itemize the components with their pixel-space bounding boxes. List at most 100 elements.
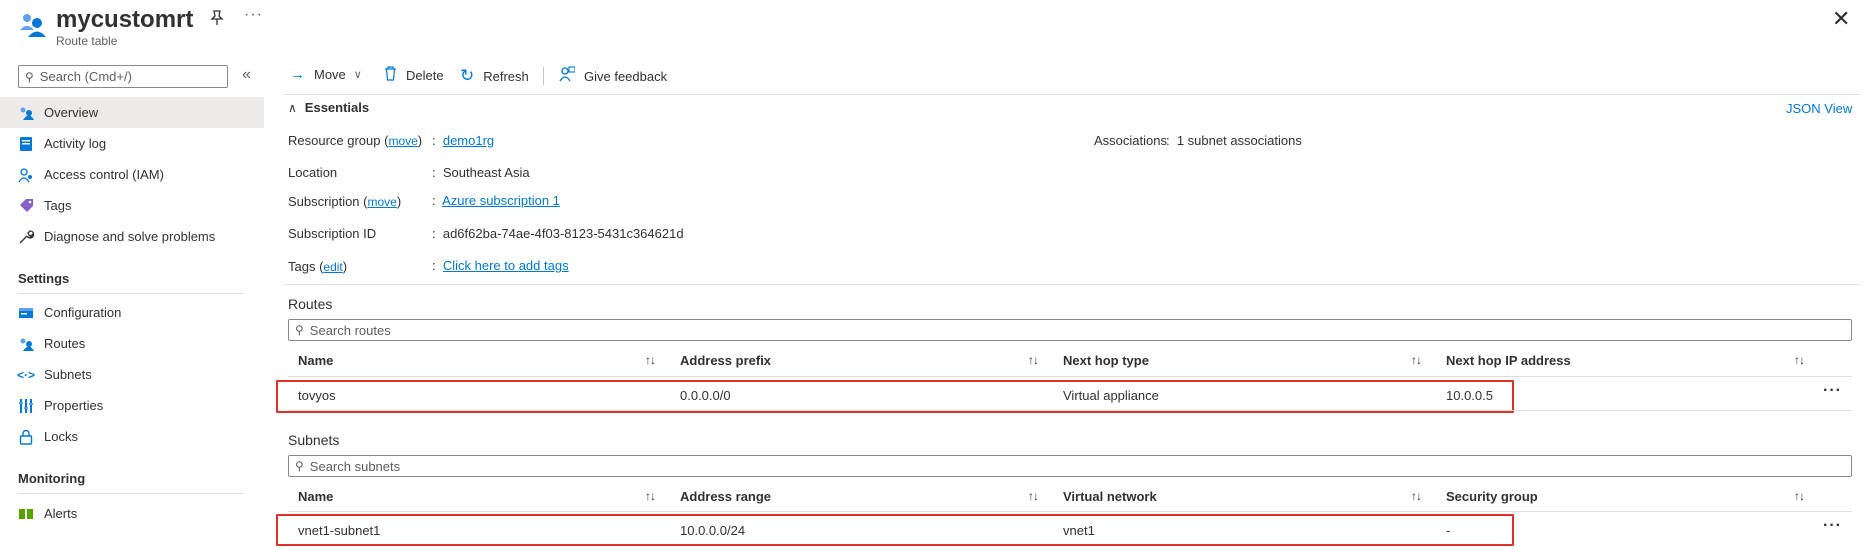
routes-section-title: Routes — [288, 296, 333, 312]
subscription-label: Subscription (move) — [288, 194, 402, 209]
search-icon: ⚲ — [25, 69, 34, 84]
tags-label: Tags (edit) — [288, 259, 348, 274]
route-table-icon — [18, 10, 46, 38]
route-hop-ip-cell: 10.0.0.5 — [1446, 388, 1493, 403]
sort-icon[interactable]: ↑↓ — [1411, 489, 1422, 503]
give-feedback-button[interactable]: Give feedback — [559, 66, 667, 86]
row-more-icon[interactable]: ··· — [1823, 382, 1842, 400]
table-divider — [288, 511, 1852, 512]
sidebar-item-activity-log[interactable]: Activity log — [0, 128, 264, 159]
subnet-vnet-cell[interactable]: vnet1 — [1063, 523, 1095, 538]
delete-button[interactable]: Delete — [384, 66, 444, 85]
resource-group-value: : demo1rg — [432, 133, 495, 148]
column-header-security-group[interactable]: Security group — [1446, 489, 1538, 504]
add-tags-link[interactable]: Click here to add tags — [443, 258, 569, 273]
essentials-divider — [284, 284, 1860, 285]
subscription-id-label: Subscription ID — [288, 226, 377, 241]
page-subtitle: Route table — [56, 34, 118, 48]
route-name-cell[interactable]: tovyos — [298, 388, 336, 403]
column-header-name[interactable]: Name — [298, 353, 333, 368]
sidebar-item-diagnose[interactable]: Diagnose and solve problems — [0, 221, 264, 252]
sidebar-item-locks[interactable]: Locks — [0, 421, 264, 452]
overview-icon — [18, 105, 34, 121]
feedback-icon — [559, 66, 576, 86]
sort-icon[interactable]: ↑↓ — [1411, 353, 1422, 367]
toolbar-divider — [543, 67, 544, 85]
sidebar-item-tags[interactable]: Tags — [0, 190, 264, 221]
toolbar-divider-line — [284, 94, 1860, 95]
more-options-icon[interactable]: ··· — [244, 6, 263, 24]
sidebar-item-routes[interactable]: Routes — [0, 328, 264, 359]
settings-heading: Settings — [18, 271, 70, 286]
essentials-toggle[interactable]: ∧ Essentials — [288, 100, 369, 115]
refresh-icon: ↻ — [460, 66, 475, 85]
routes-search-input[interactable]: ⚲ Search routes — [288, 319, 1852, 341]
close-icon[interactable]: ✕ — [1832, 6, 1850, 32]
pin-icon[interactable] — [210, 10, 224, 30]
collapse-sidebar-icon[interactable]: « — [242, 66, 251, 84]
sidebar-item-properties[interactable]: Properties — [0, 390, 264, 421]
edit-tags-link[interactable]: edit — [323, 260, 342, 274]
sidebar-item-configuration[interactable]: Configuration — [0, 297, 264, 328]
sort-icon[interactable]: ↑↓ — [645, 489, 656, 503]
location-value: : Southeast Asia — [432, 165, 530, 180]
page-title: mycustomrt — [56, 6, 194, 33]
subnets-icon: <·> — [17, 367, 36, 382]
monitoring-heading: Monitoring — [18, 471, 86, 486]
location-label: Location — [288, 165, 338, 180]
subnets-search-input[interactable]: ⚲ Search subnets — [288, 455, 1852, 477]
column-header-virtual-network[interactable]: Virtual network — [1063, 489, 1157, 504]
subnet-range-cell: 10.0.0.0/24 — [680, 523, 746, 538]
move-resource-group-link[interactable]: move — [388, 134, 417, 148]
column-header-address-range[interactable]: Address range — [680, 489, 771, 504]
associations-label: Associations — [1094, 133, 1167, 148]
column-header-address-prefix[interactable]: Address prefix — [680, 353, 771, 368]
row-more-icon[interactable]: ··· — [1823, 517, 1842, 535]
lock-icon — [18, 429, 34, 445]
move-subscription-link[interactable]: move — [368, 195, 397, 209]
nav-divider — [18, 493, 244, 494]
alerts-icon — [18, 506, 34, 522]
sort-icon[interactable]: ↑↓ — [1028, 353, 1039, 367]
properties-icon — [18, 398, 34, 414]
tags-value: : Click here to add tags — [432, 258, 569, 273]
sidebar-item-overview[interactable]: Overview — [0, 97, 264, 128]
sidebar-item-alerts[interactable]: Alerts — [0, 498, 264, 529]
refresh-button[interactable]: ↻ Refresh — [460, 66, 529, 86]
highlight-box — [276, 380, 1514, 413]
associations-value: : 1 subnet associations — [1166, 133, 1302, 148]
wrench-icon — [18, 229, 34, 245]
table-divider — [288, 410, 1852, 411]
route-hop-type-cell: Virtual appliance — [1063, 388, 1159, 403]
subscription-id-value: : ad6f62ba-74ae-4f03-8123-5431c364621d — [432, 226, 684, 241]
sort-icon[interactable]: ↑↓ — [1028, 489, 1039, 503]
arrow-right-icon: → — [290, 66, 305, 83]
move-button[interactable]: → Move ∨ — [290, 66, 362, 83]
resource-group-link[interactable]: demo1rg — [443, 133, 494, 148]
search-icon: ⚲ — [295, 459, 304, 473]
sidebar-search-input[interactable]: ⚲ Search (Cmd+/) — [18, 65, 228, 88]
subnets-section-title: Subnets — [288, 432, 340, 448]
subnet-name-cell[interactable]: vnet1-subnet1 — [298, 523, 380, 538]
sidebar-item-iam[interactable]: Access control (IAM) — [0, 159, 264, 190]
sidebar-item-subnets[interactable]: <·> Subnets — [0, 359, 264, 390]
column-header-next-hop-type[interactable]: Next hop type — [1063, 353, 1149, 368]
sort-icon[interactable]: ↑↓ — [1794, 489, 1805, 503]
trash-icon — [384, 66, 397, 85]
resource-group-label: Resource group (move) — [288, 133, 423, 148]
tag-icon — [18, 198, 34, 214]
column-header-next-hop-ip[interactable]: Next hop IP address — [1446, 353, 1571, 368]
sort-icon[interactable]: ↑↓ — [645, 353, 656, 367]
column-header-name[interactable]: Name — [298, 489, 333, 504]
subscription-value: : Azure subscription 1 — [432, 193, 560, 208]
sort-icon[interactable]: ↑↓ — [1794, 353, 1805, 367]
activity-log-icon — [18, 136, 34, 152]
search-icon: ⚲ — [295, 323, 304, 337]
nav-divider — [18, 293, 244, 294]
chevron-down-icon: ∨ — [353, 69, 362, 81]
subscription-link[interactable]: Azure subscription 1 — [442, 193, 560, 208]
subnet-nsg-cell: - — [1446, 523, 1451, 538]
iam-icon — [18, 167, 34, 183]
json-view-link[interactable]: JSON View — [1786, 101, 1852, 116]
routes-icon — [18, 336, 34, 352]
